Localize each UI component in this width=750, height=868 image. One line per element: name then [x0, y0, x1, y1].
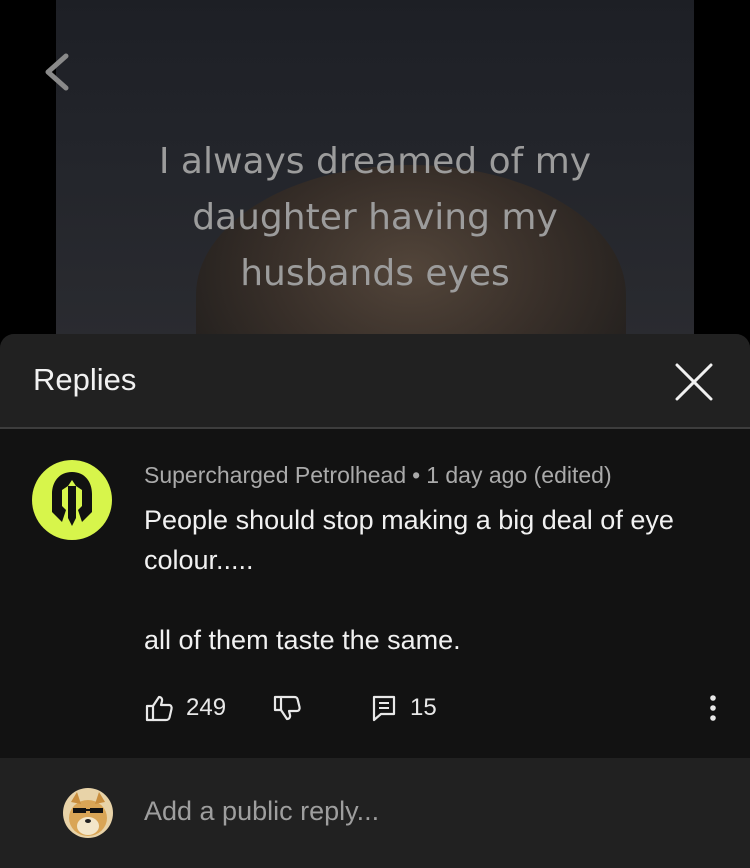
- dislike-button[interactable]: [272, 688, 302, 728]
- meta-separator: •: [412, 462, 421, 488]
- spartan-helmet-icon: [32, 460, 112, 540]
- thumbs-up-icon: [145, 695, 173, 722]
- video-player[interactable]: I always dreamed of my daughter having m…: [0, 0, 750, 340]
- comment-meta: Supercharged Petrolhead • 1 day ago (edite…: [144, 462, 612, 489]
- reply-count: 15: [410, 694, 437, 721]
- close-icon: [675, 363, 713, 401]
- caption-line: daughter having my: [192, 197, 558, 238]
- chevron-left-icon: [45, 53, 69, 91]
- comment-timestamp: 1 day ago (edited): [426, 462, 612, 488]
- thumbs-down-icon: [273, 695, 301, 721]
- sheet-header: Replies: [0, 334, 750, 429]
- doge-avatar-icon: [63, 788, 113, 838]
- more-vertical-icon: [710, 695, 716, 721]
- caption-line: I always dreamed of my: [158, 141, 592, 182]
- replies-button[interactable]: 15: [370, 688, 437, 728]
- more-options-button[interactable]: [700, 688, 726, 728]
- comment-author[interactable]: Supercharged Petrolhead: [144, 462, 406, 488]
- reply-composer: Add a public reply...: [0, 758, 750, 868]
- video-caption: I always dreamed of my daughter having m…: [0, 134, 750, 302]
- user-avatar[interactable]: [63, 788, 113, 838]
- sheet-title: Replies: [33, 362, 137, 397]
- comment-body: People should stop making a big deal of …: [144, 500, 714, 660]
- comment-text-line: People should stop making a big deal of …: [144, 505, 674, 575]
- back-button[interactable]: [36, 48, 80, 96]
- comment-icon: [372, 695, 396, 722]
- close-button[interactable]: [672, 360, 716, 404]
- comment-actions: 249 15: [0, 688, 750, 728]
- like-count: 249: [186, 694, 227, 721]
- comment-author-avatar[interactable]: [32, 460, 112, 540]
- comment-text-line: all of them taste the same.: [144, 625, 461, 655]
- reply-input[interactable]: Add a public reply...: [144, 796, 379, 827]
- like-button[interactable]: 249: [144, 688, 226, 728]
- caption-line: husbands eyes: [240, 253, 510, 294]
